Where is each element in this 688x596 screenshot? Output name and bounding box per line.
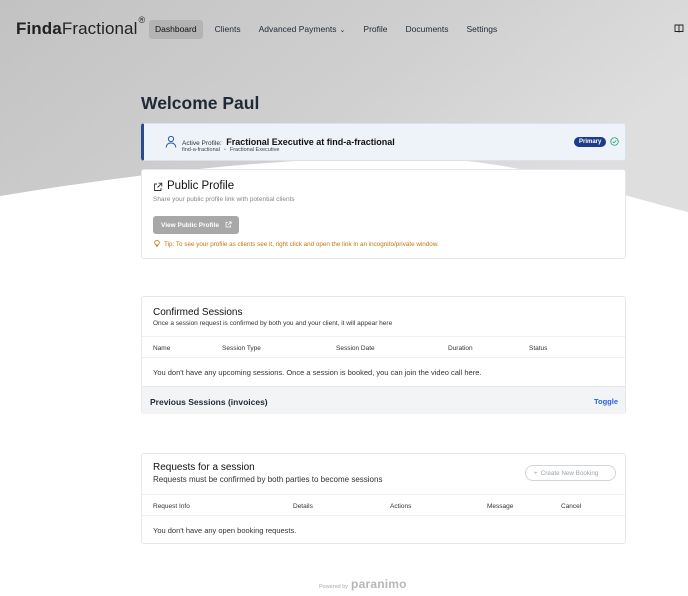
top-navigation: FindaFractional® Dashboard Clients Advan…	[0, 0, 688, 58]
paranimo-logo[interactable]: paranimo	[351, 577, 407, 591]
tip-text: Tip: To see your profile as clients see …	[164, 241, 439, 248]
primary-badge: Primary	[574, 137, 607, 147]
footer: Powered by paranimo	[319, 575, 407, 593]
nav-dashboard[interactable]: Dashboard	[149, 20, 203, 39]
column-header-session-date: Session Date	[336, 345, 375, 352]
column-header-details: Details	[293, 503, 313, 510]
active-profile-banner: Active Profile: Fractional Executive at …	[141, 123, 626, 161]
column-header-request-info: Request Info	[153, 503, 190, 510]
previous-sessions-row: Previous Sessions (invoices) Toggle	[142, 386, 625, 414]
nav-menu: Dashboard Clients Advanced Payments ⌄ Pro…	[149, 20, 509, 39]
nav-settings[interactable]: Settings	[461, 20, 504, 39]
column-header-session-type: Session Type	[222, 345, 261, 352]
public-profile-title: Public Profile	[167, 180, 235, 192]
session-requests-card: Requests for a session Requests must be …	[141, 453, 626, 544]
nav-advanced-payments-label: Advanced Payments	[258, 24, 337, 34]
create-new-booking-button[interactable]: + Create New Booking	[525, 465, 616, 481]
chevron-down-icon: ⌄	[339, 27, 346, 34]
confirmed-sessions-subtitle: Once a session request is confirmed by b…	[153, 320, 393, 327]
lightbulb-icon	[154, 240, 160, 247]
active-profile-prefix: Active Profile:	[182, 140, 222, 147]
site-logo[interactable]: FindaFractional®	[16, 15, 145, 39]
active-profile-title: Fractional Executive at find-a-fractiona…	[226, 137, 395, 147]
active-profile-role: Fractional Executive	[229, 147, 280, 153]
column-header-actions: Actions	[390, 503, 412, 510]
create-new-booking-label: Create New Booking	[540, 470, 599, 477]
confirmed-sessions-title: Confirmed Sessions	[153, 307, 243, 318]
nav-advanced-payments[interactable]: Advanced Payments ⌄	[253, 20, 352, 39]
requests-empty-message: You don't have any open booking requests…	[153, 526, 297, 535]
confirmed-sessions-card: Confirmed Sessions Once a session reques…	[141, 296, 626, 414]
check-circle-icon	[610, 137, 619, 146]
active-profile-handle: find-a-fractional	[182, 147, 220, 153]
nav-documents[interactable]: Documents	[400, 20, 455, 39]
nav-profile[interactable]: Profile	[357, 20, 393, 39]
welcome-heading: Welcome Paul	[141, 93, 260, 113]
external-link-icon	[154, 182, 163, 191]
powered-by-label: Powered by	[319, 584, 349, 590]
sessions-table-header: Name Session Type Session Date Duration …	[142, 336, 625, 358]
public-profile-card: Public Profile Share your public profile…	[141, 169, 626, 259]
view-public-profile-button[interactable]: View Public Profile	[153, 216, 239, 234]
book-icon[interactable]	[674, 23, 684, 33]
sessions-empty-message: You don't have any upcoming sessions. On…	[153, 368, 482, 377]
toggle-previous-sessions-link[interactable]: Toggle	[594, 397, 618, 406]
view-public-profile-label: View Public Profile	[161, 222, 220, 229]
user-icon	[165, 135, 177, 148]
external-link-icon	[225, 221, 232, 228]
active-profile-meta: find-a-fractional • Fractional Executive	[182, 147, 279, 153]
requests-subtitle: Requests must be confirmed by both parti…	[153, 475, 383, 484]
requests-title: Requests for a session	[153, 462, 255, 473]
column-header-cancel: Cancel	[561, 503, 582, 510]
previous-sessions-label: Previous Sessions (invoices)	[150, 397, 268, 407]
incognito-tip: Tip: To see your profile as clients see …	[154, 240, 439, 248]
plus-icon: +	[534, 470, 538, 477]
public-profile-subtitle: Share your public profile link with pote…	[153, 196, 295, 203]
column-header-duration: Duration	[448, 345, 473, 352]
column-header-message: Message	[487, 503, 514, 510]
meta-separator: •	[223, 147, 226, 153]
nav-clients[interactable]: Clients	[209, 20, 247, 39]
requests-table-header: Request Info Details Actions Message Can…	[142, 494, 625, 516]
column-header-name: Name	[153, 345, 171, 352]
column-header-status: Status	[529, 345, 548, 352]
